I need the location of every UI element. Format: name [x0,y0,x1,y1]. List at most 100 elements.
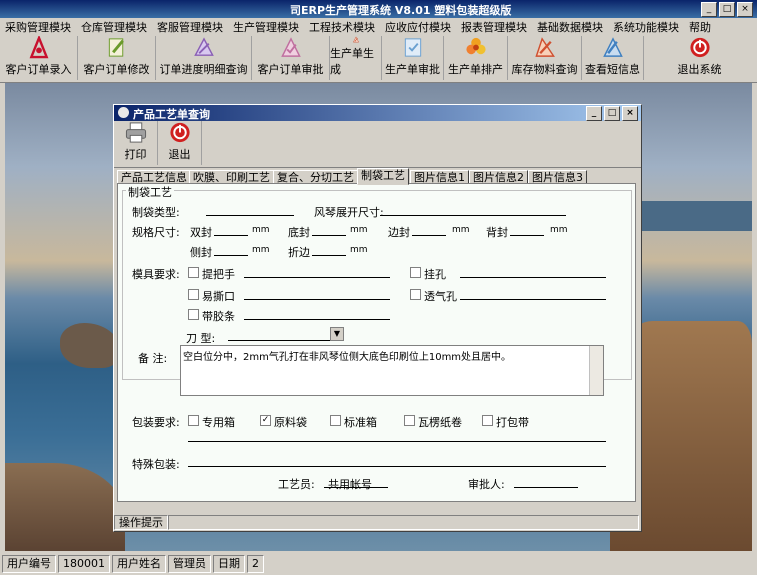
chevron-down-icon[interactable]: ▼ [330,327,344,341]
maximize-button[interactable]: □ [719,2,735,17]
handle-checkbox[interactable] [188,267,199,278]
operation-hint: 操作提示 [114,514,168,530]
app-title-bar: 司ERP生产管理系统 V8.01 塑料包装超级版 _ □ × [0,0,757,18]
easy-tear-label: 易撕口 [202,290,235,303]
corrugated-roll-checkbox[interactable] [404,415,415,426]
date-label: 日期 [213,555,245,573]
toolbar-label: 生产单生成 [330,47,374,76]
order-modify-button[interactable]: 客户订单修改 [78,36,156,80]
approver-field[interactable] [514,475,578,488]
menu-purchase[interactable]: 采购管理模块 [0,19,76,35]
menu-help[interactable]: 帮助 [684,19,716,35]
approve-icon [280,37,301,57]
date-value: 2 [247,555,264,573]
pack-notes-field[interactable] [188,429,606,442]
query-icon [193,37,214,56]
dedicated-box-checkbox[interactable] [188,415,199,426]
material-bag-checkbox[interactable]: ✓ [260,415,271,426]
shore-rock [5,463,125,551]
toolbar-label: 客户订单录入 [5,63,72,76]
unit-label: mm [252,245,270,255]
remark-scrollbar[interactable] [589,346,603,395]
toolbar-label: 查看短信息 [585,63,640,76]
menu-engineering[interactable]: 工程技术模块 [304,19,380,35]
child-toolbar: 打印 退出 [114,121,641,168]
order-progress-query-button[interactable]: 订单进度明细查询 [156,36,252,80]
handle-label: 提把手 [202,268,235,281]
fold-size-field[interactable] [380,203,566,216]
menu-customer-service[interactable]: 客服管理模块 [152,19,228,35]
order-approve-button[interactable]: 客户订单审批 [252,36,330,80]
user-name-label: 用户姓名 [112,555,166,573]
messages-button[interactable]: 查看短信息 [582,36,644,80]
bag-type-field[interactable] [206,203,294,216]
handle-field[interactable] [244,265,390,278]
strapping-label: 打包带 [496,416,529,429]
tape-field[interactable] [244,307,390,320]
menu-production[interactable]: 生产管理模块 [228,19,304,35]
menu-basic-data[interactable]: 基础数据模块 [532,19,608,35]
unit-label: mm [350,225,368,235]
side-seal-field[interactable] [412,223,446,236]
toolbar-label: 库存物料查询 [511,63,578,76]
order-entry-button[interactable]: 客户订单录入 [0,36,78,80]
menu-warehouse[interactable]: 仓库管理模块 [76,19,152,35]
message-icon [602,37,623,57]
hang-hole-field[interactable] [460,265,606,278]
child-close-button[interactable]: × [622,106,638,121]
tab-bag-making[interactable]: 制袋工艺 [357,168,409,185]
production-generate-button[interactable]: 生产单生成 [330,36,382,80]
print-button[interactable]: 打印 [114,121,158,165]
bottom-seal-field[interactable] [312,223,346,236]
exit-label: 退出 [168,148,191,161]
toolbar-label: 生产单排产 [448,63,503,76]
print-label: 打印 [124,148,147,161]
tape-label: 带胶条 [202,310,235,323]
toolbar-label: 客户订单审批 [257,63,324,76]
menu-reports[interactable]: 报表管理模块 [456,19,532,35]
menu-system[interactable]: 系统功能模块 [608,19,684,35]
remark-text: 空白位分中，2mm气孔打在非风琴位侧大底色印刷位上10mm处且居中。 [183,352,512,363]
vent-hole-field[interactable] [460,287,606,300]
easy-tear-checkbox[interactable] [188,289,199,300]
craftsman-field[interactable] [324,475,388,488]
vent-hole-label: 透气孔 [424,290,457,303]
app-title: 司ERP生产管理系统 V8.01 塑料包装超级版 [290,4,512,17]
child-status-bar: 操作提示 [114,514,639,530]
close-button[interactable]: × [737,2,753,17]
bag-type-label: 制袋类型: [132,206,180,219]
tape-checkbox[interactable] [188,309,199,320]
child-exit-button[interactable]: 退出 [158,121,202,165]
hang-hole-checkbox[interactable] [410,267,421,278]
unit-label: mm [550,225,568,235]
double-seal-field[interactable] [214,223,248,236]
exit-system-button[interactable]: 退出系统 [644,36,755,80]
toolbar-label: 客户订单修改 [83,63,150,76]
production-approve-button[interactable]: 生产单审批 [382,36,444,80]
flank-seal-field[interactable] [214,243,248,256]
remark-textarea[interactable]: 空白位分中，2mm气孔打在非风琴位侧大底色印刷位上10mm处且居中。 [180,345,604,396]
child-minimize-button[interactable]: _ [586,106,602,121]
easy-tear-field[interactable] [244,287,390,300]
minimize-button[interactable]: _ [701,2,717,17]
blade-label: 刀 型: [186,332,216,345]
spec-label: 规格尺寸: [132,226,180,239]
toolbar-label: 退出系统 [677,63,722,76]
menu-finance[interactable]: 应收应付模块 [380,19,456,35]
back-seal-field[interactable] [510,223,544,236]
strapping-checkbox[interactable] [482,415,493,426]
fold-edge-field[interactable] [312,243,346,256]
pack-label: 包装要求: [132,416,180,429]
blade-select[interactable]: ▼ [228,327,344,341]
child-title-bar: 产品工艺单查询 _ □ × [114,105,641,121]
pdf-icon [29,36,48,59]
child-maximize-button[interactable]: □ [604,106,620,121]
bag-making-panel: 制袋工艺 制袋类型: 风琴展开尺寸: 规格尺寸: 双封 mm 底封 mm 边封 … [117,183,636,502]
craftsman-label: 工艺员: [278,478,315,491]
bottom-seal-label: 底封 [288,226,310,239]
production-schedule-button[interactable]: 生产单排产 [444,36,508,80]
standard-box-checkbox[interactable] [330,415,341,426]
vent-hole-checkbox[interactable] [410,289,421,300]
special-pack-field[interactable] [188,454,606,467]
inventory-query-button[interactable]: 库存物料查询 [508,36,582,80]
